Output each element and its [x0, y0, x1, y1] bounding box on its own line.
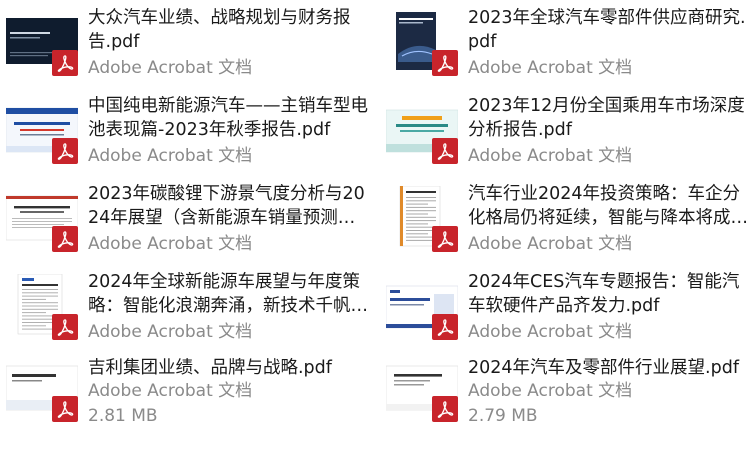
- acrobat-pdf-icon: [432, 396, 458, 422]
- file-name: 2023年全球汽车零部件供应商研究.pdf: [468, 8, 746, 52]
- file-item[interactable]: 大众汽车业绩、战略规划与财务报告.pdf Adobe Acrobat 文档: [0, 0, 375, 88]
- file-type: Adobe Acrobat 文档: [88, 322, 253, 342]
- file-type: Adobe Acrobat 文档: [468, 58, 633, 78]
- file-item[interactable]: 汽车行业2024年投资策略：车企分化格局仍将延续，智能与降本将成主线.pdf A…: [380, 176, 751, 264]
- file-name: 2024年汽车及零部件行业展望.pdf: [468, 358, 739, 378]
- file-type: Adobe Acrobat 文档: [88, 146, 253, 166]
- acrobat-pdf-icon: [52, 396, 78, 422]
- file-type: Adobe Acrobat 文档: [468, 146, 633, 166]
- file-type: Adobe Acrobat 文档: [88, 381, 253, 401]
- acrobat-pdf-icon: [52, 138, 78, 164]
- file-item[interactable]: 2023年碳酸锂下游景气度分析与2024年展望（含新能源车销量预测）.pdf A…: [0, 176, 375, 264]
- file-item[interactable]: 2023年全球汽车零部件供应商研究.pdf Adobe Acrobat 文档: [380, 0, 751, 88]
- file-name: 大众汽车业绩、战略规划与财务报告.pdf: [88, 8, 351, 52]
- file-list: 大众汽车业绩、战略规划与财务报告.pdf Adobe Acrobat 文档 20…: [0, 0, 751, 439]
- file-type: Adobe Acrobat 文档: [468, 322, 633, 342]
- file-size: 2.81 MB: [88, 406, 158, 426]
- file-item[interactable]: 2024年汽车及零部件行业展望.pdf Adobe Acrobat 文档 2.7…: [380, 350, 751, 460]
- file-name: 吉利集团业绩、品牌与战略.pdf: [88, 358, 332, 378]
- file-name: 2024年CES汽车专题报告：智能汽车软硬件产品齐发力.pdf: [468, 272, 740, 316]
- file-name: 2024年全球新能源车展望与年度策略：智能化浪潮奔涌，新技术千帆竞发.pdf: [88, 272, 368, 316]
- acrobat-pdf-icon: [52, 314, 78, 340]
- acrobat-pdf-icon: [52, 50, 78, 76]
- file-name: 汽车行业2024年投资策略：车企分化格局仍将延续，智能与降本将成主线.pdf: [468, 184, 748, 228]
- file-name: 2023年碳酸锂下游景气度分析与2024年展望（含新能源车销量预测）.pdf: [88, 184, 365, 228]
- acrobat-pdf-icon: [432, 314, 458, 340]
- file-size: 2.79 MB: [468, 406, 538, 426]
- file-type: Adobe Acrobat 文档: [88, 58, 253, 78]
- file-type: Adobe Acrobat 文档: [468, 381, 633, 401]
- file-item[interactable]: 中国纯电新能源汽车——主销车型电池表现篇-2023年秋季报告.pdf Adobe…: [0, 88, 375, 176]
- file-type: Adobe Acrobat 文档: [468, 234, 633, 254]
- file-name: 中国纯电新能源汽车——主销车型电池表现篇-2023年秋季报告.pdf: [88, 96, 368, 140]
- acrobat-pdf-icon: [432, 226, 458, 252]
- acrobat-pdf-icon: [432, 50, 458, 76]
- file-item[interactable]: 2024年全球新能源车展望与年度策略：智能化浪潮奔涌，新技术千帆竞发.pdf A…: [0, 264, 375, 352]
- file-type: Adobe Acrobat 文档: [88, 234, 253, 254]
- file-item[interactable]: 2024年CES汽车专题报告：智能汽车软硬件产品齐发力.pdf Adobe Ac…: [380, 264, 751, 352]
- acrobat-pdf-icon: [432, 138, 458, 164]
- file-item[interactable]: 吉利集团业绩、品牌与战略.pdf Adobe Acrobat 文档 2.81 M…: [0, 350, 375, 460]
- file-name: 2023年12月份全国乘用车市场深度分析报告.pdf: [468, 96, 745, 140]
- file-item[interactable]: 2023年12月份全国乘用车市场深度分析报告.pdf Adobe Acrobat…: [380, 88, 751, 176]
- acrobat-pdf-icon: [52, 226, 78, 252]
